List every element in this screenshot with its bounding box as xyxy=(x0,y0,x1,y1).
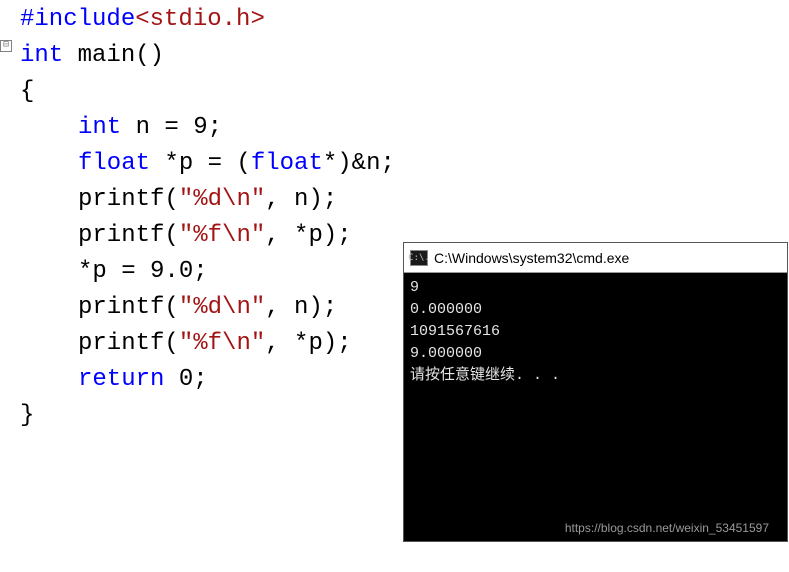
code-text: printf( xyxy=(78,222,179,249)
code-text: n = xyxy=(121,114,193,141)
code-text: printf( xyxy=(78,186,179,213)
code-line: int main() xyxy=(0,38,789,74)
console-window[interactable]: C:\. C:\Windows\system32\cmd.exe 9 0.000… xyxy=(403,242,788,542)
string-literal: "%f\n" xyxy=(179,222,265,249)
code-text: printf( xyxy=(78,330,179,357)
code-text: printf( xyxy=(78,294,179,321)
console-output: 9 0.000000 1091567616 9.000000 请按任意键继续. … xyxy=(404,273,787,391)
console-line: 请按任意键继续. . . xyxy=(410,365,781,387)
console-line: 0.000000 xyxy=(410,299,781,321)
code-line: float *p = (float*)&n; xyxy=(0,146,789,182)
preprocessor-directive: #include xyxy=(20,6,135,33)
console-line: 9 xyxy=(410,277,781,299)
string-literal: "%d\n" xyxy=(179,294,265,321)
code-line: { xyxy=(0,74,789,110)
code-line: int n = 9; xyxy=(0,110,789,146)
keyword-return: return xyxy=(78,366,164,393)
code-text: , n); xyxy=(265,294,337,321)
console-titlebar[interactable]: C:\. C:\Windows\system32\cmd.exe xyxy=(404,243,787,273)
keyword-float: float xyxy=(78,150,150,177)
code-text: 0; xyxy=(164,366,207,393)
code-text: , *p); xyxy=(265,330,351,357)
code-line: printf("%d\n", n); xyxy=(0,182,789,218)
keyword-int: int xyxy=(78,114,121,141)
code-text: *)&n; xyxy=(323,150,395,177)
collapse-marker[interactable]: ⊟ xyxy=(0,40,12,52)
code-text: 9 xyxy=(193,114,207,141)
code-text: ; xyxy=(208,114,222,141)
keyword-float: float xyxy=(251,150,323,177)
code-text: *p = ( xyxy=(150,150,251,177)
string-literal: "%d\n" xyxy=(179,186,265,213)
keyword-int: int xyxy=(20,42,63,69)
console-line: 1091567616 xyxy=(410,321,781,343)
code-line: #include<stdio.h> xyxy=(0,2,789,38)
include-header: <stdio.h> xyxy=(135,6,265,33)
string-literal: "%f\n" xyxy=(179,330,265,357)
code-text: , *p); xyxy=(265,222,351,249)
console-line: 9.000000 xyxy=(410,343,781,365)
watermark: https://blog.csdn.net/weixin_53451597 xyxy=(565,521,769,535)
console-title: C:\Windows\system32\cmd.exe xyxy=(434,250,629,266)
code-text: main() xyxy=(63,42,164,69)
code-text: , n); xyxy=(265,186,337,213)
cmd-icon: C:\. xyxy=(410,250,428,266)
